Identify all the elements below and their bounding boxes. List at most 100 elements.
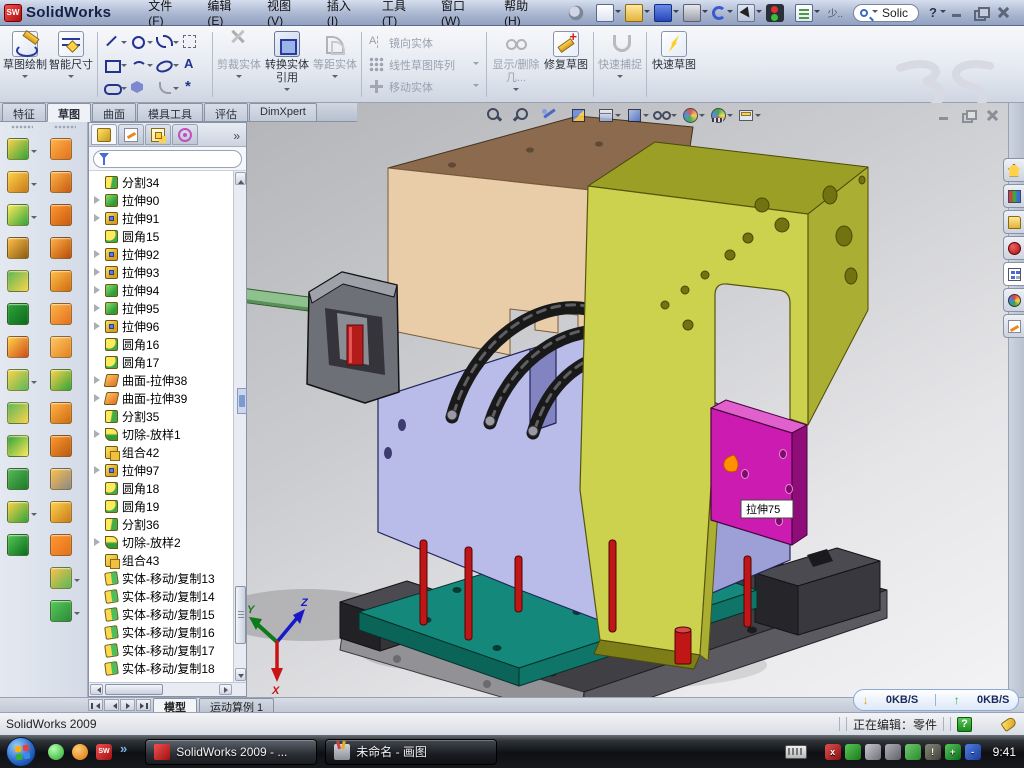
toolbar-overflow-text[interactable]: 少..: [827, 5, 843, 20]
mid-surface-icon[interactable]: [50, 330, 80, 363]
feature-tree-item[interactable]: 曲面-拉伸39: [93, 389, 246, 407]
dropdown-caret-icon[interactable]: [473, 62, 479, 68]
dropdown-caret-icon[interactable]: [68, 75, 74, 81]
sketch-button[interactable]: 草图绘制: [2, 28, 48, 101]
solidworks-launcher-icon[interactable]: SW: [96, 744, 112, 760]
extend-surface-icon[interactable]: [50, 429, 80, 462]
search-box[interactable]: Solic: [853, 4, 919, 22]
feature-tree-item[interactable]: 实体-移动/复制17: [93, 641, 246, 659]
planar-surface-icon[interactable]: [7, 165, 37, 198]
previous-view-icon[interactable]: [541, 106, 565, 123]
edit-appearance-icon[interactable]: [681, 106, 705, 123]
arc-icon[interactable]: [129, 53, 155, 76]
defender-icon[interactable]: +: [945, 744, 961, 760]
selection-box-icon[interactable]: [181, 30, 207, 53]
ellipse-icon[interactable]: [155, 53, 181, 76]
dimxpert-manager-tab[interactable]: [172, 124, 198, 145]
dropdown-caret-icon[interactable]: [513, 88, 519, 94]
dropdown-caret-icon[interactable]: [173, 87, 179, 93]
document-tab[interactable]: 运动算例 1: [199, 698, 274, 712]
design-library-tab[interactable]: [1003, 184, 1024, 208]
scroll-left-button[interactable]: [90, 684, 103, 695]
apply-scene-icon[interactable]: [709, 106, 733, 123]
panel-splitter-scrollbar[interactable]: [237, 388, 247, 414]
search-scope-caret-icon[interactable]: [872, 10, 878, 16]
dropdown-caret-icon[interactable]: [31, 513, 37, 519]
dropdown-caret-icon[interactable]: [31, 150, 37, 156]
view-settings-icon[interactable]: [737, 106, 761, 123]
dropdown-caret-icon[interactable]: [74, 579, 80, 585]
dropdown-caret-icon[interactable]: [147, 41, 153, 47]
start-button[interactable]: [6, 737, 36, 767]
dropdown-caret-icon[interactable]: [31, 183, 37, 189]
dropdown-caret-icon[interactable]: [74, 612, 80, 618]
tree-vertical-scrollbar[interactable]: [233, 171, 246, 682]
toolbar-grip[interactable]: [54, 125, 76, 129]
command-manager-tab[interactable]: 评估: [204, 103, 248, 121]
dropdown-caret-icon[interactable]: [755, 114, 761, 120]
document-minimize-button[interactable]: [937, 109, 952, 122]
save-icon[interactable]: [654, 4, 682, 22]
solidworks-resources-tab[interactable]: [1003, 158, 1024, 182]
feature-tree-item[interactable]: 分割34: [93, 173, 246, 191]
document-restore-button[interactable]: [961, 109, 976, 122]
expand-arrow-icon[interactable]: [93, 250, 101, 258]
thicken-icon[interactable]: [7, 297, 37, 330]
line-icon[interactable]: [103, 30, 129, 53]
feature-tree-item[interactable]: 实体-移动/复制18: [93, 659, 246, 677]
sketch-text-icon[interactable]: [181, 53, 207, 76]
boss-feature-icon[interactable]: [7, 396, 37, 429]
revolved-surface-icon[interactable]: [50, 165, 80, 198]
feature-tree-item[interactable]: 拉伸96: [93, 317, 246, 335]
toolbar-grip[interactable]: [11, 125, 33, 129]
dropdown-caret-icon[interactable]: [699, 114, 705, 120]
dropdown-caret-icon[interactable]: [31, 381, 37, 387]
dropdown-caret-icon[interactable]: [22, 75, 28, 81]
feature-tree-item[interactable]: 切除-放样2: [93, 533, 246, 551]
command-manager-tab[interactable]: 特征: [2, 103, 46, 121]
dropdown-caret-icon[interactable]: [173, 64, 179, 70]
tag-icon[interactable]: [1000, 716, 1017, 732]
repair-sketch-button[interactable]: 修复草图: [542, 28, 590, 101]
feature-tree-item[interactable]: 实体-移动/复制16: [93, 623, 246, 641]
expand-arrow-icon[interactable]: [93, 196, 101, 204]
expand-arrow-icon[interactable]: [93, 214, 101, 222]
linear-sketch-pattern-button[interactable]: 线性草图阵列: [369, 55, 479, 75]
feature-tree-item[interactable]: 曲面-拉伸38: [93, 371, 246, 389]
helix-icon[interactable]: [7, 528, 37, 561]
antivirus-icon[interactable]: [845, 744, 861, 760]
view-orientation-icon[interactable]: [597, 106, 621, 123]
dropdown-caret-icon[interactable]: [121, 64, 127, 70]
untrim-surface-icon[interactable]: [50, 462, 80, 495]
command-manager-tab[interactable]: DimXpert: [249, 103, 317, 121]
media-player-icon[interactable]: [72, 744, 88, 760]
volume-icon[interactable]: [885, 744, 901, 760]
move-entities-button[interactable]: 移动实体: [369, 77, 479, 97]
expand-arrow-icon[interactable]: [93, 322, 101, 330]
spline-icon[interactable]: [155, 30, 181, 53]
rebuild-traffic-light-icon[interactable]: [766, 4, 794, 22]
print-icon[interactable]: [683, 4, 711, 22]
sketch-fillet-icon[interactable]: [155, 76, 181, 99]
feature-tree-item[interactable]: 圆角15: [93, 227, 246, 245]
polygon-icon[interactable]: [129, 76, 155, 99]
minimize-button[interactable]: [949, 5, 966, 20]
dropdown-caret-icon[interactable]: [702, 10, 708, 16]
dropdown-caret-icon[interactable]: [814, 10, 820, 16]
dropdown-caret-icon[interactable]: [615, 114, 621, 120]
dropdown-caret-icon[interactable]: [332, 75, 338, 81]
expand-arrow-icon[interactable]: [93, 394, 101, 402]
mirror-entities-button[interactable]: 镜向实体: [369, 33, 479, 53]
feature-tree-item[interactable]: 圆角19: [93, 497, 246, 515]
last-tab-button[interactable]: [136, 699, 151, 711]
expand-arrow-icon[interactable]: [93, 466, 101, 474]
zoom-area-icon[interactable]: [513, 106, 537, 123]
dropdown-caret-icon[interactable]: [644, 10, 650, 16]
trim-entities-button[interactable]: 剪裁实体: [216, 28, 262, 101]
lofted-surface-icon[interactable]: [50, 231, 80, 264]
feature-tree-item[interactable]: 组合42: [93, 443, 246, 461]
dropdown-caret-icon[interactable]: [121, 41, 127, 47]
spiral-icon[interactable]: [50, 594, 80, 627]
feature-tree-item[interactable]: 组合43: [93, 551, 246, 569]
dropdown-caret-icon[interactable]: [473, 84, 479, 90]
